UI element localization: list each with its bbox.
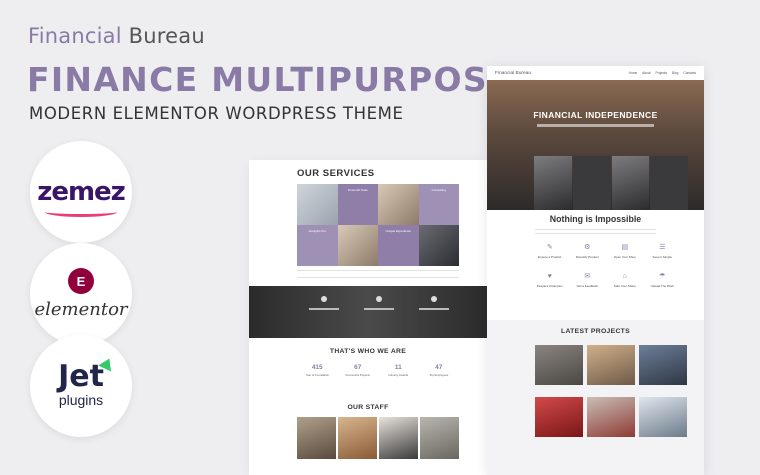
features-grid: ✎ Ensure a Product ⚙ Diversify Product ▤ Op… xyxy=(531,244,681,288)
service-image xyxy=(378,184,419,225)
brand-title: Financial Bureau xyxy=(28,24,205,48)
project-image xyxy=(639,345,687,385)
feature-icon: ☰ xyxy=(659,244,666,251)
service-image xyxy=(297,184,338,225)
stat-item: 67 Successful Projects xyxy=(345,364,370,377)
mockup-menu: Home About Projects Blog Contacts xyxy=(629,71,696,75)
hero-section: FINANCIAL INDEPENDENCE xyxy=(487,80,704,210)
feature-item: ⚙ Diversify Product xyxy=(569,244,607,259)
project-image xyxy=(535,397,583,437)
service-card: Unique Experience xyxy=(378,225,419,266)
service-image xyxy=(418,225,459,266)
staff-title: OUR STAFF xyxy=(347,404,389,411)
who-we-are-title: THAT'S WHO WE ARE xyxy=(329,348,407,355)
headline: FINANCE MULTIPURPOSE xyxy=(27,60,512,99)
stats-row: 415 Year of Foundation 67 Successful Proje… xyxy=(297,364,459,377)
website-mockup-left: OUR SERVICES Financial Tools Consulting … xyxy=(249,160,487,475)
staff-photos xyxy=(297,417,459,459)
feature-item: ☂ Upload The Work xyxy=(644,273,682,288)
elementor-icon: E xyxy=(68,268,94,294)
zemez-logo-text: zemez xyxy=(37,177,126,207)
service-card: Financial Tools xyxy=(337,184,378,225)
trophy-icon xyxy=(431,296,437,302)
jet-logo-text: Jet xyxy=(58,359,104,394)
staff-photo xyxy=(338,417,377,459)
menu-item: About xyxy=(642,71,651,75)
mockup-navbar: Financial Bureau Home About Projects Blo… xyxy=(487,66,704,80)
staff-photo xyxy=(379,417,418,459)
stat-item: 415 Year of Foundation xyxy=(305,364,330,377)
feature-icon: ⌂ xyxy=(622,273,627,280)
project-image xyxy=(587,345,635,385)
feature-item: ✉ Get a Feedback xyxy=(569,273,607,288)
services-title: OUR SERVICES xyxy=(297,168,375,179)
project-card xyxy=(639,345,687,393)
project-card xyxy=(587,345,635,393)
hero-subtitle xyxy=(537,124,654,127)
services-grid: Financial Tools Consulting Analytics Pro… xyxy=(297,184,459,266)
feature-icon: ♥ xyxy=(547,273,552,280)
service-card: Analytics Pro xyxy=(297,225,338,266)
service-card: Consulting xyxy=(418,184,459,225)
menu-item: Projects xyxy=(655,71,668,75)
mockup-brand: Financial Bureau xyxy=(495,70,531,76)
website-mockup-right: Financial Bureau Home About Projects Blo… xyxy=(487,66,704,475)
hero-tile xyxy=(611,156,650,210)
hero-tiles xyxy=(534,156,688,210)
elementor-logo: E elementor xyxy=(30,243,132,345)
subheadline: MODERN ELEMENTOR WORDPRESS THEME xyxy=(29,104,404,123)
feature-item: ♥ People's Champion xyxy=(531,273,569,288)
services-text xyxy=(297,270,459,278)
dark-banner xyxy=(249,286,487,338)
hero-tile xyxy=(534,156,572,210)
feature-icon: ☂ xyxy=(659,273,666,280)
feature-item: ☰ Keep it Simple xyxy=(644,244,682,259)
project-card xyxy=(535,345,583,393)
hero-tile xyxy=(650,156,688,210)
feature-item: ✎ Ensure a Product xyxy=(531,244,569,259)
project-card xyxy=(639,397,687,445)
project-card xyxy=(587,397,635,445)
menu-item: Blog xyxy=(672,71,679,75)
menu-item: Contacts xyxy=(683,71,696,75)
stat-item: 11 Industry Awards xyxy=(388,364,409,377)
projects-title: LATEST PROJECTS xyxy=(561,328,630,335)
project-image xyxy=(639,397,687,437)
feature-icon: ▤ xyxy=(621,244,629,251)
staff-photo xyxy=(297,417,336,459)
zemez-logo: zemez xyxy=(30,141,132,243)
settings-icon xyxy=(376,296,382,302)
feature-item: ⌂ Start Your Share xyxy=(606,273,644,288)
feature-icon: ✎ xyxy=(546,244,553,251)
staff-photo xyxy=(420,417,459,459)
brand-title-part2: Bureau xyxy=(128,24,205,48)
feature-icon: ⚙ xyxy=(584,244,591,251)
project-image xyxy=(535,345,583,385)
brand-title-part1: Financial xyxy=(28,24,122,48)
person-icon xyxy=(321,296,327,302)
hero-tile xyxy=(572,156,611,210)
projects-grid xyxy=(535,345,687,445)
hero-title: FINANCIAL INDEPENDENCE xyxy=(533,110,658,120)
jet-plugins-logo: Jet plugins xyxy=(30,335,132,437)
project-image xyxy=(587,397,635,437)
project-card xyxy=(535,397,583,445)
feature-icon: ✉ xyxy=(584,273,591,280)
section-text xyxy=(535,229,656,234)
service-image xyxy=(337,225,378,266)
menu-item: Home xyxy=(628,71,638,75)
plugins-logo-text: plugins xyxy=(58,392,104,408)
stat-item: 47 Top Employees xyxy=(429,364,449,377)
section-title: Nothing is Impossible xyxy=(549,214,642,224)
elementor-logo-text: elementor xyxy=(34,299,128,320)
feature-item: ▤ Open Your Shop xyxy=(606,244,644,259)
